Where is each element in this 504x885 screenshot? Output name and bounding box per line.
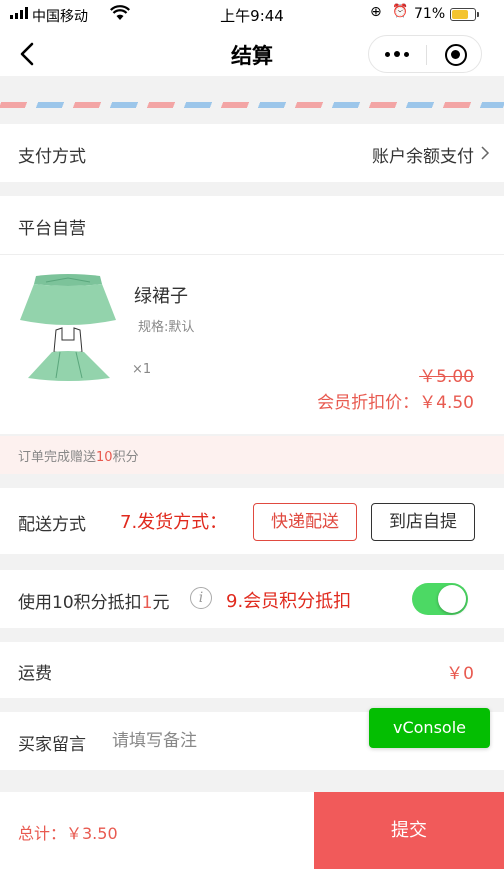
bonus-suffix: 积分 [112,450,139,465]
battery-percent: 71% [414,6,446,22]
vconsole-button[interactable]: vConsole [369,708,490,748]
payment-method-row[interactable]: 支付方式 账户余额支付 [0,124,504,182]
order-total: 总计：￥3.50 [18,824,118,843]
battery-icon [450,8,479,21]
freight-label: 运费 [18,664,52,684]
more-dots-icon[interactable] [385,45,409,63]
buyer-note-label: 买家留言 [18,735,86,755]
points-annotation: 9.会员积分抵扣 [226,591,352,612]
shop-name: 平台自营 [18,219,86,239]
product-spec: 规格:默认 [138,320,195,335]
points-deduction-label: 使用10积分抵扣1元 [18,588,169,613]
points-toggle[interactable] [412,583,468,615]
toggle-knob [438,585,466,613]
status-bar: 中国移动 上午9:44 ⊕ ⏰ 71% [0,0,504,32]
shipping-method-label: 配送方式 [18,515,86,535]
bonus-prefix: 订单完成赠送 [18,450,97,465]
store-pickup-button[interactable]: 到店自提 [371,503,475,541]
info-icon[interactable]: i [190,587,212,609]
bottom-safe-area [0,869,504,885]
bonus-points: 10 [96,450,113,465]
member-price: 会员折扣价：￥4.50 [317,393,474,413]
freight-row: 运费 ￥0 [0,642,504,698]
original-price: ￥5.00 [419,367,474,387]
capsule-divider [426,45,427,65]
product-name: 绿裙子 [134,286,188,307]
product-item: 绿裙子 规格:默认 ×1 ￥5.00 会员折扣价：￥4.50 [0,254,504,434]
rotation-lock-icon: ⊕ [370,4,382,20]
express-delivery-button[interactable]: 快递配送 [253,503,357,541]
payment-method-value: 账户余额支付 [372,147,474,167]
points-amount: 1 [141,593,153,613]
shop-row: 平台自营 [0,196,504,254]
shipping-method-row: 配送方式 7.发货方式： 快递配送 到店自提 [0,488,504,554]
mini-program-capsule [368,35,482,73]
chevron-right-icon [481,146,490,160]
points-prefix: 使用10积分抵扣 [18,593,142,613]
order-bonus-notice: 订单完成赠送10积分 [0,436,504,474]
product-quantity: ×1 [132,362,152,377]
alarm-icon: ⏰ [392,4,409,19]
product-thumbnail [20,274,116,381]
mini-program-close-icon[interactable] [445,44,467,66]
buyer-note-input[interactable] [112,724,352,758]
airmail-stripe [0,102,504,108]
points-suffix: 元 [152,593,170,613]
payment-method-label: 支付方式 [18,147,86,167]
nav-bar: 结算 [0,32,504,76]
shipping-annotation: 7.发货方式： [120,512,228,533]
freight-value: ￥0 [446,664,474,684]
points-deduction-row: 使用10积分抵扣1元 i 9.会员积分抵扣 [0,570,504,628]
submit-order-button[interactable]: 提交 [314,792,504,869]
checkout-footer: 总计：￥3.50 提交 [0,792,504,869]
